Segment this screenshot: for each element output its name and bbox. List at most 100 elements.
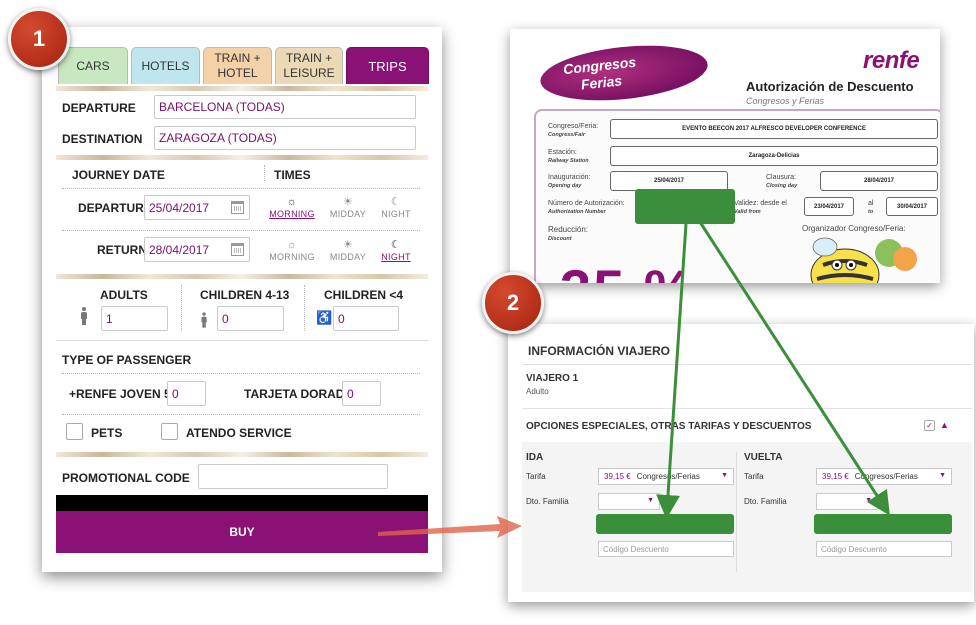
decorative-strip xyxy=(56,274,428,279)
renfe-joven-input[interactable]: 0 xyxy=(167,381,206,406)
booking-panel: CARS HOTELS TRAIN + HOTEL TRAIN + LEISUR… xyxy=(42,27,442,572)
vuelta-tarifa-select[interactable]: 39,15 € Congresos/Ferias ▼ xyxy=(816,468,952,485)
adult-icon xyxy=(80,307,89,327)
renfe-logo: renfe xyxy=(863,47,920,74)
stroller-icon: ♿ xyxy=(316,310,333,325)
child-icon xyxy=(201,312,209,328)
sun-icon: ☼ xyxy=(286,196,298,208)
tab-cars[interactable]: CARS xyxy=(58,47,128,84)
divider xyxy=(62,188,420,189)
buy-button[interactable]: BUY xyxy=(56,511,428,553)
divider xyxy=(62,373,420,374)
ida-familia-label: Dto. Familia xyxy=(526,497,569,506)
traveller-info-title: INFORMACIÓN VIAJERO xyxy=(528,344,671,358)
return-time-midday[interactable]: ☀ MIDDAY xyxy=(324,238,372,262)
departure-time-morning[interactable]: ☼ MORNING xyxy=(268,195,316,219)
calendar-icon[interactable] xyxy=(231,243,244,256)
opening-value: 25/04/2017 xyxy=(610,171,728,191)
tab-trips[interactable]: TRIPS xyxy=(346,47,429,84)
closing-value: 28/04/2017 xyxy=(820,171,938,191)
departure-time-night[interactable]: ☾ NIGHT xyxy=(372,195,420,219)
destination-station-input[interactable]: ZARAGOZA (TODAS) xyxy=(154,126,416,150)
vuelta-tarifa-price: 39,15 € xyxy=(822,472,849,481)
discount-authorization-document: Congresos Ferias renfe Autorización de D… xyxy=(510,29,940,283)
closing-label: Clausura: Closing day xyxy=(766,174,798,189)
children-label: CHILDREN 4-13 xyxy=(200,288,290,302)
decorative-strip xyxy=(56,452,428,457)
renfe-joven-label: +RENFE JOVEN 50 xyxy=(69,387,178,401)
time-option-label: NIGHT xyxy=(381,209,411,219)
chevron-down-icon: ▼ xyxy=(647,497,654,504)
tab-train-hotel[interactable]: TRAIN + HOTEL xyxy=(203,47,272,84)
children-input[interactable]: 0 xyxy=(217,306,284,331)
chevron-down-icon: ▼ xyxy=(865,497,872,504)
departure-date-value: 25/04/2017 xyxy=(149,200,210,215)
ida-tarifa-select[interactable]: 39,15 € Congresos/Ferias ▼ xyxy=(598,468,734,485)
collapse-caret-icon[interactable]: ▲ xyxy=(940,420,949,430)
step-badge-1: 1 xyxy=(8,8,70,70)
vuelta-code-highlight xyxy=(814,514,952,534)
authorization-number-highlight xyxy=(635,189,735,224)
pets-label: PETS xyxy=(91,426,123,440)
departure-label: DEPARTURE xyxy=(62,101,136,115)
calendar-icon[interactable] xyxy=(231,201,244,214)
chevron-down-icon: ▼ xyxy=(721,472,728,479)
divider xyxy=(736,452,737,572)
traveller-name: VIAJERO 1 xyxy=(526,373,579,384)
traveller-info-panel: INFORMACIÓN VIAJERO VIAJERO 1 Adulto OPC… xyxy=(508,324,974,602)
ida-tarifa-name: Congresos/Ferias xyxy=(636,472,700,481)
vuelta-familia-label: Dto. Familia xyxy=(744,497,787,506)
valid-from-value: 23/04/2017 xyxy=(804,197,854,216)
divider xyxy=(62,414,420,415)
promo-code-input[interactable] xyxy=(198,464,388,489)
atendo-checkbox[interactable] xyxy=(161,423,178,440)
ida-tarifa-price: 39,15 € xyxy=(604,472,631,481)
tab-hotels[interactable]: HOTELS xyxy=(131,47,200,84)
ida-familia-select[interactable]: ▼ xyxy=(598,493,660,510)
divider xyxy=(264,165,265,181)
logo-text: Ferias xyxy=(580,72,623,93)
time-option-label: NIGHT xyxy=(381,252,411,262)
return-time-night[interactable]: ☾ NIGHT xyxy=(372,238,420,262)
special-options-title: OPCIONES ESPECIALES, OTRAS TARIFAS Y DES… xyxy=(526,421,812,432)
ida-heading: IDA xyxy=(526,452,544,463)
atendo-label: ATENDO SERVICE xyxy=(186,426,292,440)
divider xyxy=(304,285,305,331)
time-option-label: MORNING xyxy=(269,209,315,219)
vuelta-tarifa-label: Tarifa xyxy=(744,472,764,481)
divider xyxy=(62,230,420,231)
beecon-bee-logo xyxy=(810,237,917,283)
discount-label: Reducción: Discount xyxy=(548,225,589,243)
validity-label: Validez: desde el Valid from xyxy=(734,200,787,215)
sun-horizon-icon: ☀ xyxy=(342,196,354,208)
return-time-morning[interactable]: ☼ MORNING xyxy=(268,238,316,262)
product-tabs: CARS HOTELS TRAIN + HOTEL TRAIN + LEISUR… xyxy=(58,47,429,87)
infants-input[interactable]: 0 xyxy=(333,306,399,331)
vuelta-tarifa-name: Congresos/Ferias xyxy=(854,472,918,481)
time-option-label: MIDDAY xyxy=(329,209,367,219)
ida-discount-code-input[interactable]: Código Descuento xyxy=(598,541,734,557)
station-label: Estación: Railway Station xyxy=(548,149,589,164)
options-toggle-checkbox[interactable]: ✓ xyxy=(924,420,935,431)
divider xyxy=(56,340,428,341)
divider xyxy=(522,408,972,409)
departure-time-midday[interactable]: ☀ MIDDAY xyxy=(324,195,372,219)
adults-input[interactable]: 1 xyxy=(101,306,168,331)
tarjeta-dorada-label: TARJETA DORADA xyxy=(244,387,354,401)
vuelta-discount-code-input[interactable]: Código Descuento xyxy=(816,541,952,557)
time-option-label: MIDDAY xyxy=(329,252,367,262)
traveller-type: Adulto xyxy=(526,387,549,396)
tab-train-leisure[interactable]: TRAIN + LEISURE xyxy=(275,47,343,84)
pets-checkbox[interactable] xyxy=(66,423,83,440)
moon-icon: ☾ xyxy=(390,196,402,208)
promo-code-label: PROMOTIONAL CODE xyxy=(62,471,190,485)
divider xyxy=(522,364,972,365)
departure-station-input[interactable]: BARCELONA (TODAS) xyxy=(154,95,416,119)
congress-value: EVENTO BEECON 2017 ALFRESCO DEVELOPER CO… xyxy=(610,119,938,139)
tarjeta-dorada-input[interactable]: 0 xyxy=(342,381,381,406)
vuelta-familia-select[interactable]: ▼ xyxy=(816,493,878,510)
congress-label: Congreso/Feria: Congress/Fair xyxy=(548,123,599,138)
sun-icon: ☼ xyxy=(286,239,298,251)
decorative-strip xyxy=(56,86,428,91)
document-subtitle: Congresos y Ferias xyxy=(746,96,825,106)
